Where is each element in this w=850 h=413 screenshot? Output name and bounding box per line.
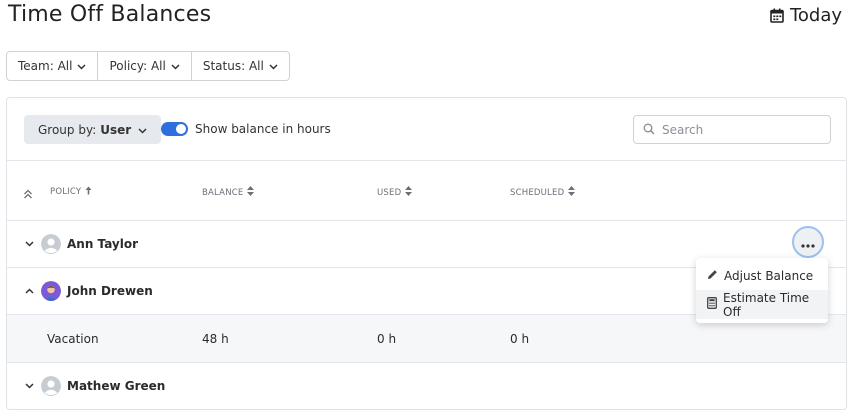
column-header-label: SCHEDULED — [510, 187, 565, 198]
menu-item-label: Estimate Time Off — [723, 290, 810, 319]
user-name: Mathew Green — [67, 378, 166, 393]
chevron-down-icon — [77, 59, 86, 73]
sort-ascending-icon — [85, 186, 92, 198]
calculator-icon — [707, 297, 717, 312]
team-filter-label: Team: All — [18, 59, 73, 73]
policy-filter[interactable]: Policy: All — [98, 52, 192, 80]
chevron-down-icon — [138, 123, 147, 137]
group-by-dropdown[interactable]: Group by: User — [24, 115, 162, 144]
chevron-down-icon[interactable] — [23, 240, 35, 247]
policy-filter-label: Policy: All — [109, 59, 166, 73]
calendar-icon — [770, 8, 784, 23]
group-by-value: User — [100, 122, 132, 137]
chevron-down-icon — [171, 59, 180, 73]
sort-icon — [247, 186, 255, 199]
more-horizontal-icon — [801, 233, 815, 252]
chevron-down-icon — [269, 59, 278, 73]
user-row-mathew-green[interactable]: Mathew Green — [7, 362, 846, 409]
sort-icon — [568, 186, 576, 199]
search-input[interactable] — [662, 122, 822, 137]
hours-toggle-label: Show balance in hours — [195, 122, 331, 136]
filter-bar: Team: All Policy: All Status: All — [6, 51, 290, 81]
menu-item-label: Adjust Balance — [724, 268, 814, 283]
estimate-time-off-item[interactable]: Estimate Time Off — [696, 290, 828, 319]
avatar — [41, 233, 61, 254]
balances-card: Group by: User Show balance in hours POL… — [6, 97, 847, 410]
column-header-policy[interactable]: POLICY — [50, 186, 92, 198]
sort-icon — [405, 186, 413, 199]
used-value: 0 h — [377, 331, 397, 346]
chevron-down-icon[interactable] — [23, 382, 35, 389]
pencil-icon — [707, 269, 718, 283]
column-header-label: USED — [377, 187, 402, 198]
row-actions-menu: Adjust Balance Estimate Time Off — [696, 258, 828, 323]
status-filter[interactable]: Status: All — [192, 52, 289, 80]
more-actions-button[interactable] — [792, 226, 824, 258]
divider — [7, 160, 846, 161]
column-header-balance[interactable]: BALANCE — [202, 186, 255, 199]
search-box — [633, 115, 831, 144]
adjust-balance-item[interactable]: Adjust Balance — [696, 261, 828, 290]
team-filter[interactable]: Team: All — [7, 52, 99, 80]
avatar — [41, 280, 61, 301]
column-header-scheduled[interactable]: SCHEDULED — [510, 186, 576, 199]
today-button[interactable]: Today — [770, 5, 842, 26]
search-icon — [643, 120, 655, 139]
chevron-up-icon[interactable] — [23, 287, 35, 294]
user-name: Ann Taylor — [67, 236, 139, 251]
hours-toggle[interactable] — [161, 122, 188, 136]
hours-toggle-group: Show balance in hours — [161, 122, 331, 136]
scheduled-value: 0 h — [510, 331, 530, 346]
column-header-label: POLICY — [50, 187, 82, 197]
column-header-used[interactable]: USED — [377, 186, 413, 199]
column-header-label: BALANCE — [202, 187, 244, 198]
balance-value: 48 h — [202, 331, 229, 346]
group-by-prefix: Group by: — [38, 122, 97, 137]
page-title: Time Off Balances — [8, 2, 212, 27]
policy-name: Vacation — [47, 331, 99, 346]
user-name: John Drewen — [67, 283, 153, 298]
collapse-all-icon[interactable] — [23, 184, 33, 203]
status-filter-label: Status: All — [202, 59, 264, 73]
avatar — [41, 375, 61, 396]
today-label: Today — [789, 5, 842, 26]
